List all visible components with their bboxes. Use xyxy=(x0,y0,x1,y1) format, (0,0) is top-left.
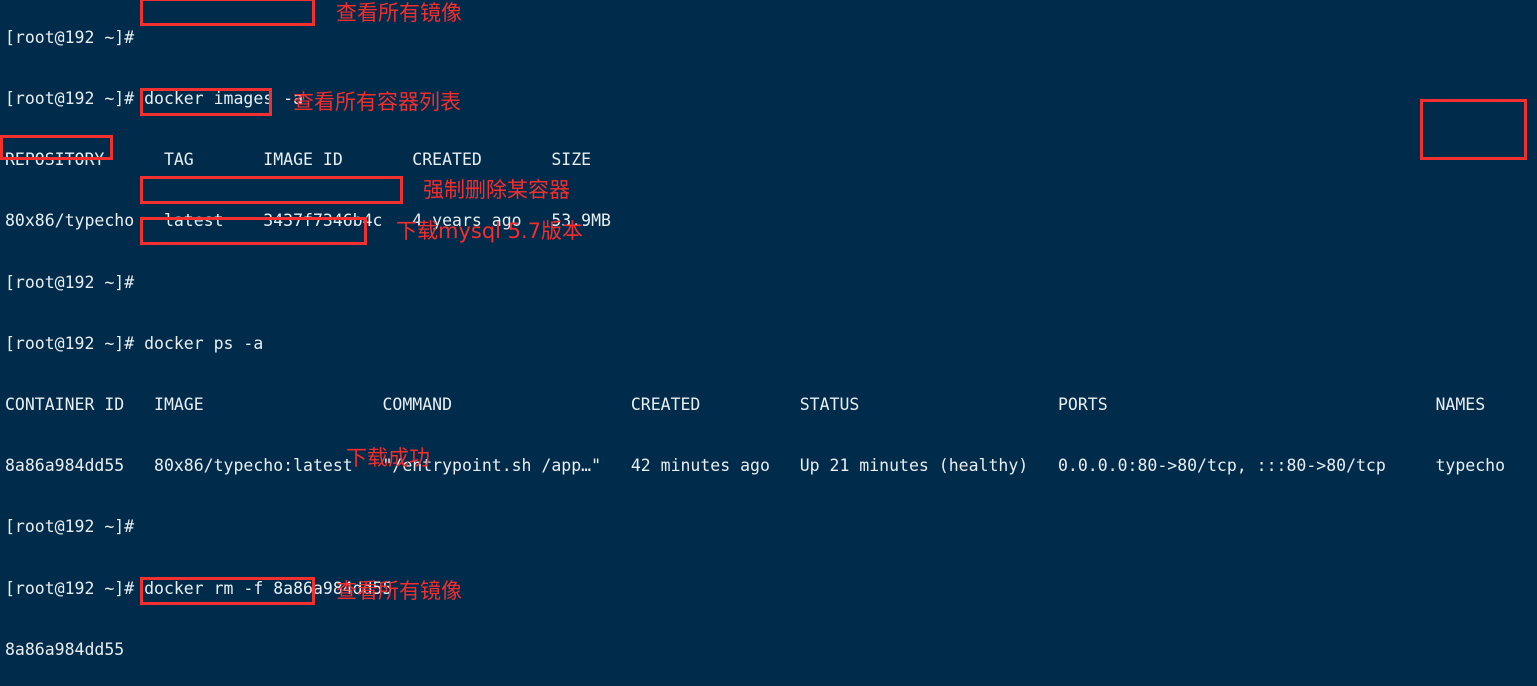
terminal-window[interactable]: [root@192 ~]# [root@192 ~]# docker image… xyxy=(0,0,1537,686)
highlight-box-docker-images-1[interactable] xyxy=(140,0,315,26)
annotation-view-all-images-2: 查看所有镜像 xyxy=(336,579,462,603)
annotation-view-all-images-1: 查看所有镜像 xyxy=(336,1,462,25)
annotation-view-all-containers: 查看所有容器列表 xyxy=(293,90,461,114)
highlight-box-names-column[interactable] xyxy=(1420,99,1527,160)
terminal-line: 8a86a984dd55 xyxy=(5,639,125,659)
highlight-box-docker-rm[interactable] xyxy=(140,176,403,204)
highlight-box-container-id[interactable] xyxy=(0,135,113,160)
annotation-download-success: 下载成功 xyxy=(346,446,430,470)
annotation-force-remove-container: 强制删除某容器 xyxy=(423,178,570,202)
highlight-box-docker-images-2[interactable] xyxy=(140,577,315,605)
terminal-line: [root@192 ~]# xyxy=(5,27,135,47)
terminal-line: [root@192 ~]# xyxy=(5,272,135,292)
terminal-line: [root@192 ~]# xyxy=(5,517,135,537)
terminal-line: CONTAINER ID IMAGE COMMAND CREATED STATU… xyxy=(5,395,1486,415)
terminal-line: [root@192 ~]# docker ps -a xyxy=(5,333,264,353)
highlight-box-docker-ps[interactable] xyxy=(140,88,272,116)
annotation-download-mysql-57: 下载mysql 5.7版本 xyxy=(396,219,584,243)
terminal-line: 8a86a984dd55 80x86/typecho:latest "/entr… xyxy=(5,456,1506,476)
terminal-line: REPOSITORY TAG IMAGE ID CREATED SIZE xyxy=(5,150,592,170)
highlight-box-docker-pull[interactable] xyxy=(140,217,367,245)
